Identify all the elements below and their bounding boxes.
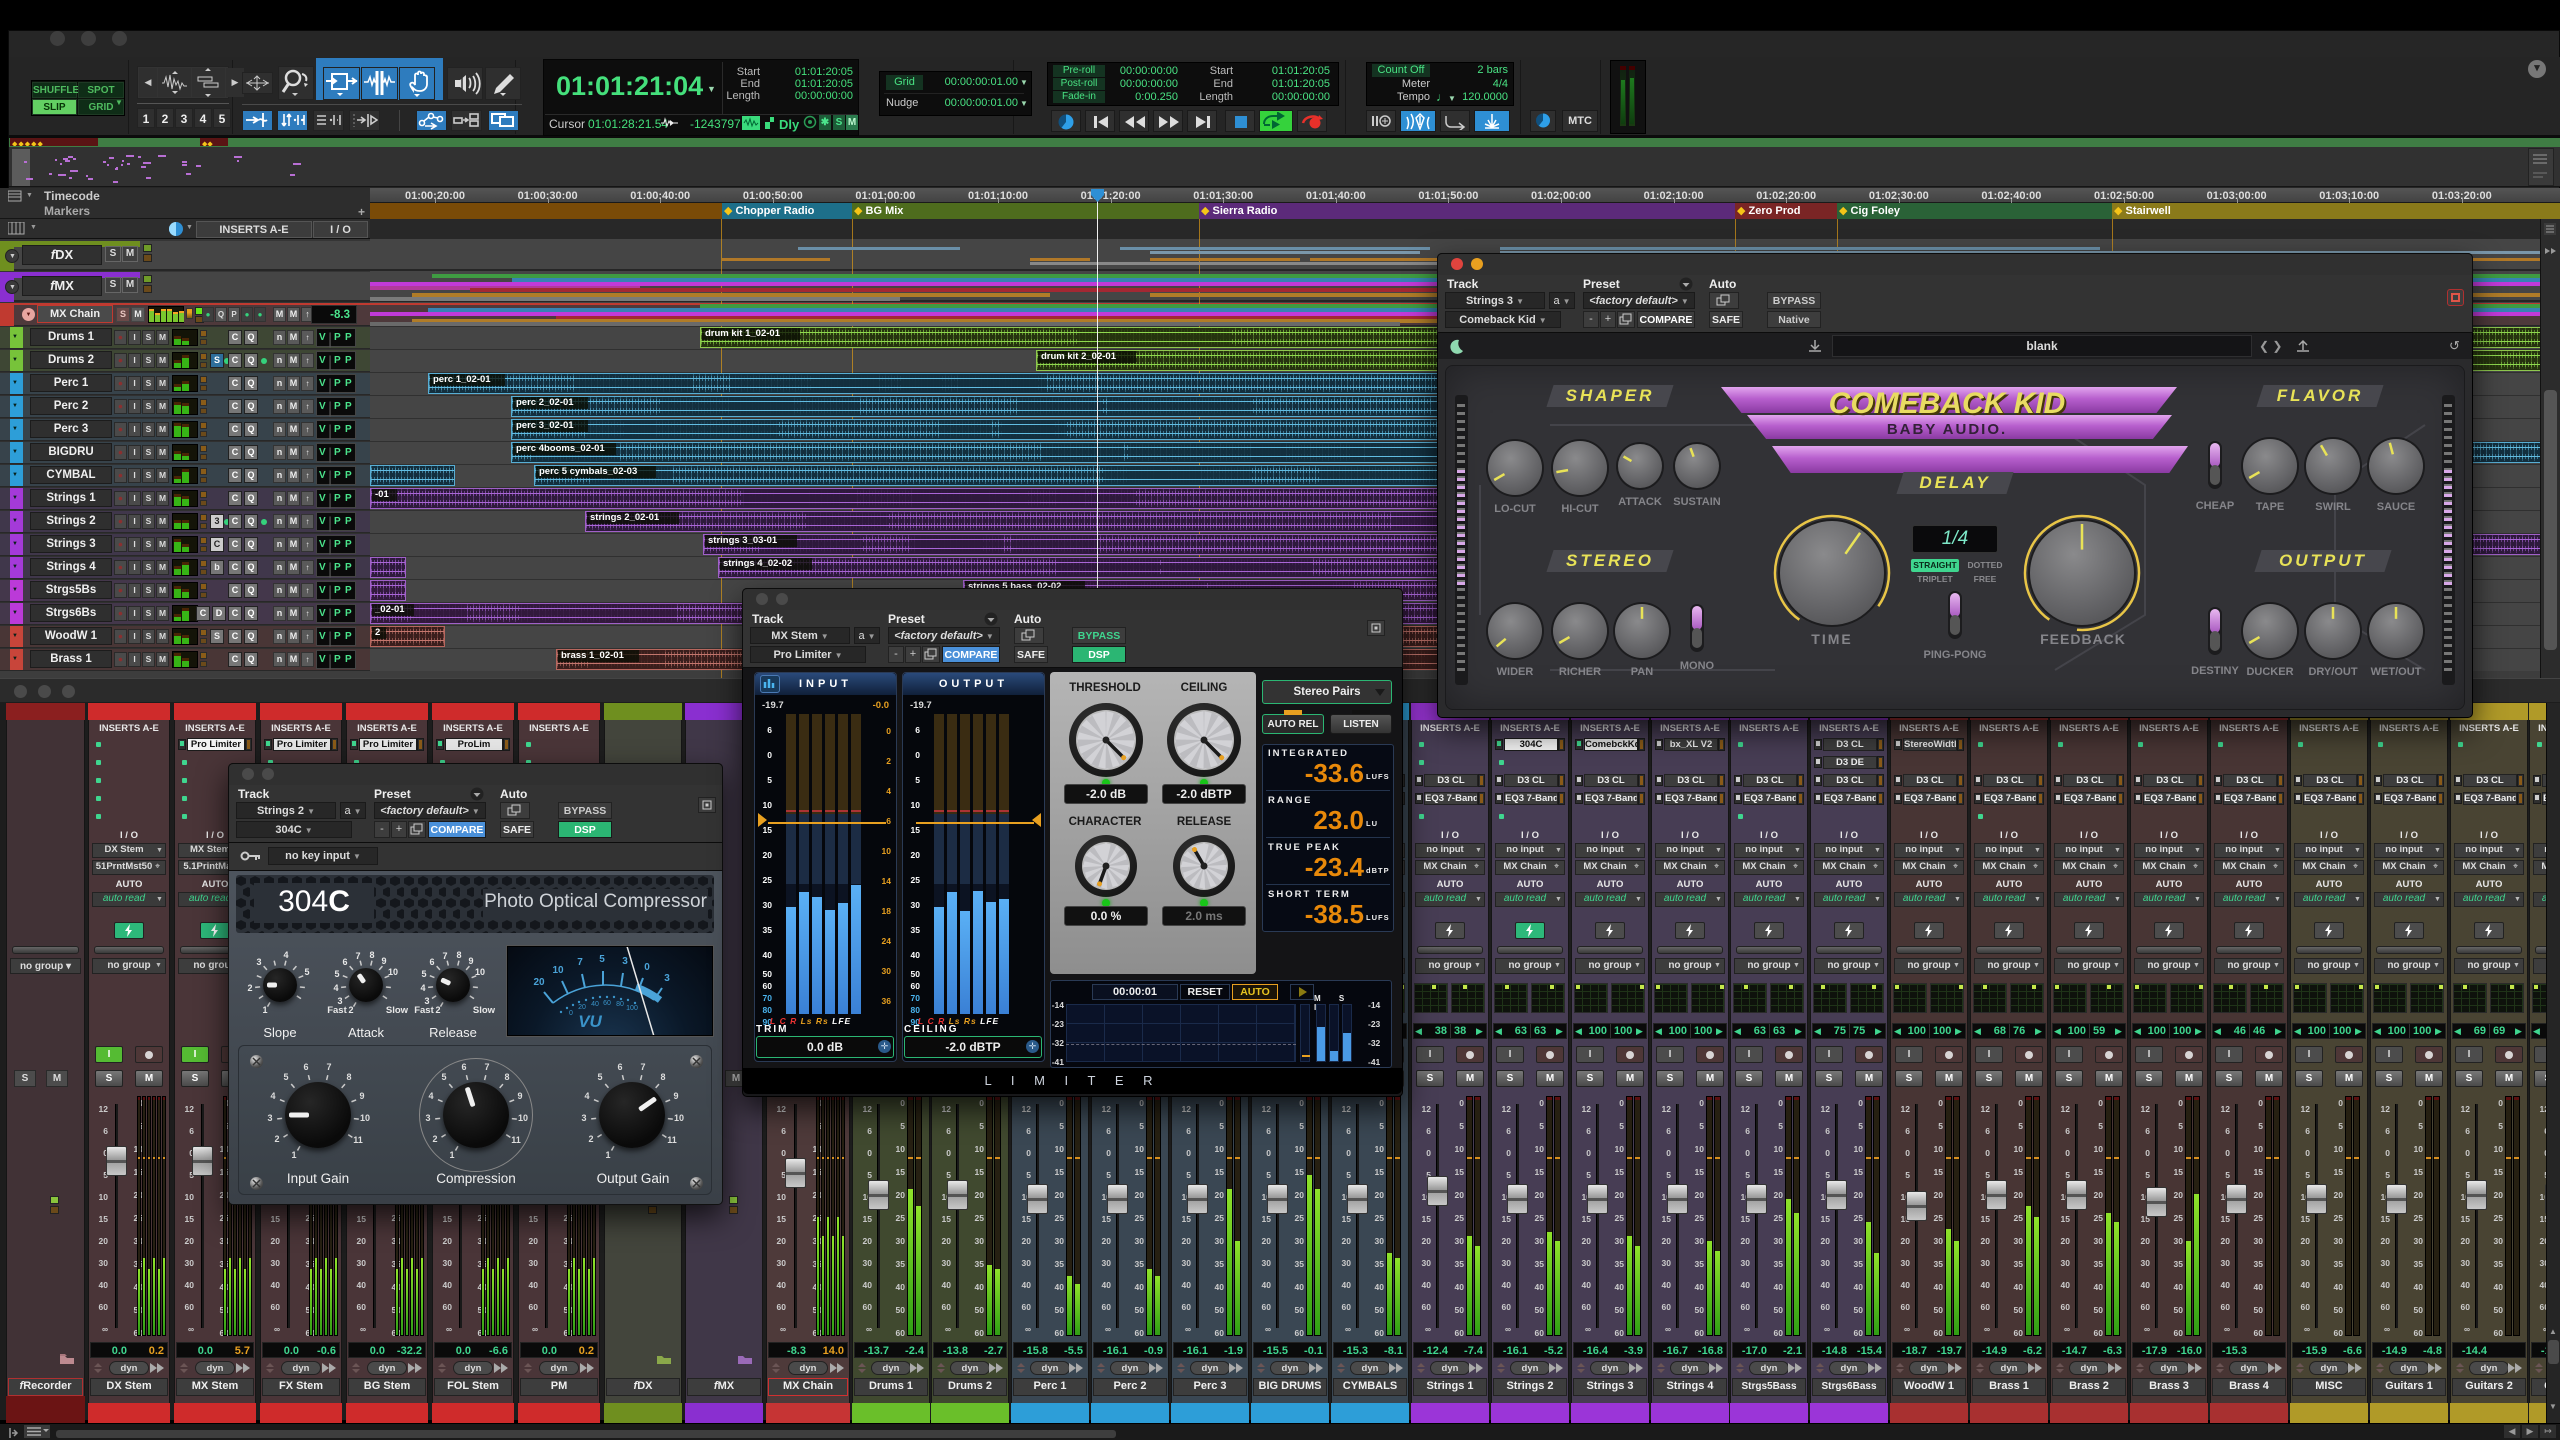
svg-text:40: 40	[591, 1001, 599, 1008]
svg-text:5: 5	[599, 954, 605, 965]
svg-text:10: 10	[552, 965, 564, 976]
svg-text:3: 3	[622, 956, 628, 967]
svg-text:80: 80	[616, 1001, 624, 1008]
svg-text:20: 20	[533, 977, 545, 988]
svg-text:0: 0	[644, 962, 650, 973]
svg-text:100: 100	[626, 1005, 638, 1012]
svg-text:7: 7	[577, 957, 583, 968]
svg-text:3: 3	[664, 973, 670, 984]
svg-text:60: 60	[603, 1000, 611, 1007]
svg-text:0: 0	[569, 1010, 573, 1017]
svg-text:VU: VU	[578, 1012, 602, 1031]
svg-text:20: 20	[578, 1004, 586, 1011]
